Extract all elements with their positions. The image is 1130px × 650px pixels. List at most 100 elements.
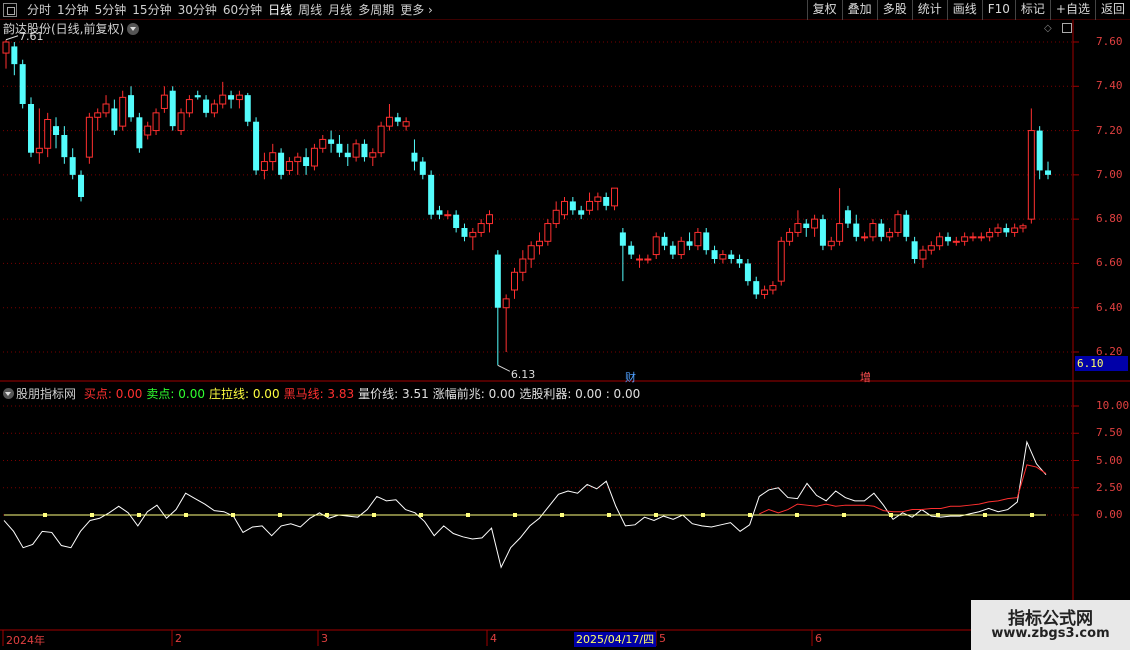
event-marker[interactable]: 增 bbox=[860, 369, 871, 385]
event-marker[interactable]: 财 bbox=[625, 369, 636, 385]
extreme-price-label: 7.61 bbox=[19, 29, 44, 43]
candle-body bbox=[744, 263, 751, 282]
period-tab[interactable]: 15分钟 bbox=[129, 2, 174, 18]
toolbar-button[interactable]: 叠加 bbox=[841, 0, 877, 20]
candle-body bbox=[102, 103, 110, 114]
candle-body bbox=[28, 104, 35, 153]
period-tab[interactable]: 1分钟 bbox=[54, 2, 92, 18]
zero-line-marker bbox=[607, 513, 611, 517]
period-tab[interactable]: 多周期 bbox=[355, 2, 397, 18]
candle-body bbox=[69, 157, 76, 175]
candle-body bbox=[85, 116, 93, 158]
candle-body bbox=[644, 258, 652, 261]
period-tab[interactable]: 30分钟 bbox=[175, 2, 220, 18]
candle-body bbox=[1019, 225, 1027, 229]
watermark: 指标公式网 www.zbgs3.com bbox=[971, 600, 1130, 650]
candle-body bbox=[160, 94, 168, 109]
price-tick-label: 6.80 bbox=[1096, 212, 1123, 226]
candle-body bbox=[469, 231, 477, 238]
zero-line-marker bbox=[419, 513, 423, 517]
candle-body bbox=[2, 41, 10, 54]
menu-icon[interactable] bbox=[3, 3, 17, 17]
candle-body bbox=[278, 152, 285, 175]
chart-canvas[interactable] bbox=[0, 0, 1130, 650]
candle-body bbox=[952, 240, 960, 243]
chevron-down-icon[interactable] bbox=[127, 22, 140, 35]
candle-body bbox=[1011, 227, 1019, 233]
candle-body bbox=[594, 196, 602, 202]
period-tab[interactable]: 周线 bbox=[295, 2, 325, 18]
period-tab[interactable]: 5分钟 bbox=[92, 2, 130, 18]
candle-body bbox=[203, 99, 210, 113]
toolbar: 分时1分钟5分钟15分钟30分钟60分钟日线周线月线多周期更多 复权叠加多股统计… bbox=[0, 0, 1130, 20]
candle-body bbox=[769, 285, 777, 291]
candle-body bbox=[711, 250, 718, 259]
toolbar-button[interactable]: +自选 bbox=[1049, 0, 1095, 20]
price-tick-label: 7.00 bbox=[1096, 167, 1123, 181]
candle-body bbox=[844, 210, 851, 224]
indicator-header[interactable]: 股朋指标网 买点: 0.00 卖点: 0.00 庄拉线: 0.00 黑马线: 3.83… bbox=[3, 386, 648, 402]
candle-body bbox=[894, 214, 902, 233]
chevron-down-icon[interactable] bbox=[3, 388, 14, 399]
candle-body bbox=[369, 152, 377, 158]
toolbar-button[interactable]: 返回 bbox=[1094, 0, 1130, 20]
indicator-value: 卖点: 0.00 bbox=[146, 387, 205, 401]
period-tab[interactable]: 日线 bbox=[265, 2, 295, 18]
toolbar-button[interactable]: 标记 bbox=[1014, 0, 1050, 20]
zero-line-marker bbox=[654, 513, 658, 517]
extreme-price-label: 6.13 bbox=[510, 368, 536, 382]
candle-body bbox=[719, 254, 727, 260]
indicator-tick-label: 7.50 bbox=[1096, 426, 1123, 440]
chart-corner-controls: ◇ bbox=[1044, 23, 1072, 34]
candle-body bbox=[811, 218, 819, 229]
indicator-tick-label: 2.50 bbox=[1096, 480, 1123, 494]
candle-body bbox=[736, 259, 743, 264]
toolbar-button[interactable]: 画线 bbox=[946, 0, 982, 20]
period-tab[interactable]: 月线 bbox=[325, 2, 355, 18]
candle-body bbox=[1027, 130, 1035, 220]
diamond-icon[interactable]: ◇ bbox=[1044, 23, 1052, 34]
toolbar-button[interactable]: 复权 bbox=[806, 0, 842, 20]
candle-body bbox=[986, 231, 994, 238]
candle-body bbox=[210, 103, 218, 114]
toolbar-button[interactable]: 多股 bbox=[876, 0, 912, 20]
zero-line-marker bbox=[184, 513, 188, 517]
candle-body bbox=[878, 223, 885, 237]
candle-body bbox=[861, 236, 869, 239]
indicator-value: 黑马线: 3.83 bbox=[283, 387, 355, 401]
candle-body bbox=[419, 161, 426, 175]
period-tab[interactable]: 60分钟 bbox=[220, 2, 265, 18]
indicator-tick-label: 5.00 bbox=[1096, 453, 1123, 467]
candle-body bbox=[977, 236, 985, 239]
candle-body bbox=[152, 112, 160, 132]
window-icon[interactable] bbox=[1061, 23, 1072, 33]
candle-body bbox=[777, 240, 785, 282]
zero-line-marker bbox=[748, 513, 752, 517]
candle-body bbox=[336, 143, 343, 153]
toolbar-button[interactable]: 统计 bbox=[911, 0, 947, 20]
candle-body bbox=[961, 236, 969, 242]
candle-body bbox=[402, 121, 410, 127]
candle-body bbox=[903, 214, 910, 237]
candle-body bbox=[502, 298, 510, 309]
candle-body bbox=[761, 289, 769, 295]
toolbar-button[interactable]: F10 bbox=[981, 0, 1015, 20]
candle-body bbox=[603, 197, 610, 206]
candle-body bbox=[44, 119, 52, 149]
candle-body bbox=[411, 152, 418, 162]
candle-body bbox=[177, 112, 185, 132]
date-tick-label: 6 bbox=[815, 632, 822, 645]
indicator-value: 买点: 0.00 bbox=[83, 387, 143, 401]
period-tab[interactable]: 分时 bbox=[24, 2, 54, 18]
candle-body bbox=[586, 200, 594, 211]
candle-body bbox=[285, 161, 293, 171]
candle-body bbox=[361, 143, 368, 158]
current-price-marker: 6.10 bbox=[1075, 356, 1128, 371]
candle-body bbox=[385, 116, 393, 127]
candle-body bbox=[869, 223, 877, 238]
candle-body bbox=[919, 249, 927, 260]
candle-body bbox=[669, 245, 676, 255]
candle-body bbox=[519, 258, 527, 273]
period-tab[interactable]: 更多 bbox=[397, 2, 436, 18]
price-tick-label: 6.40 bbox=[1096, 300, 1123, 314]
